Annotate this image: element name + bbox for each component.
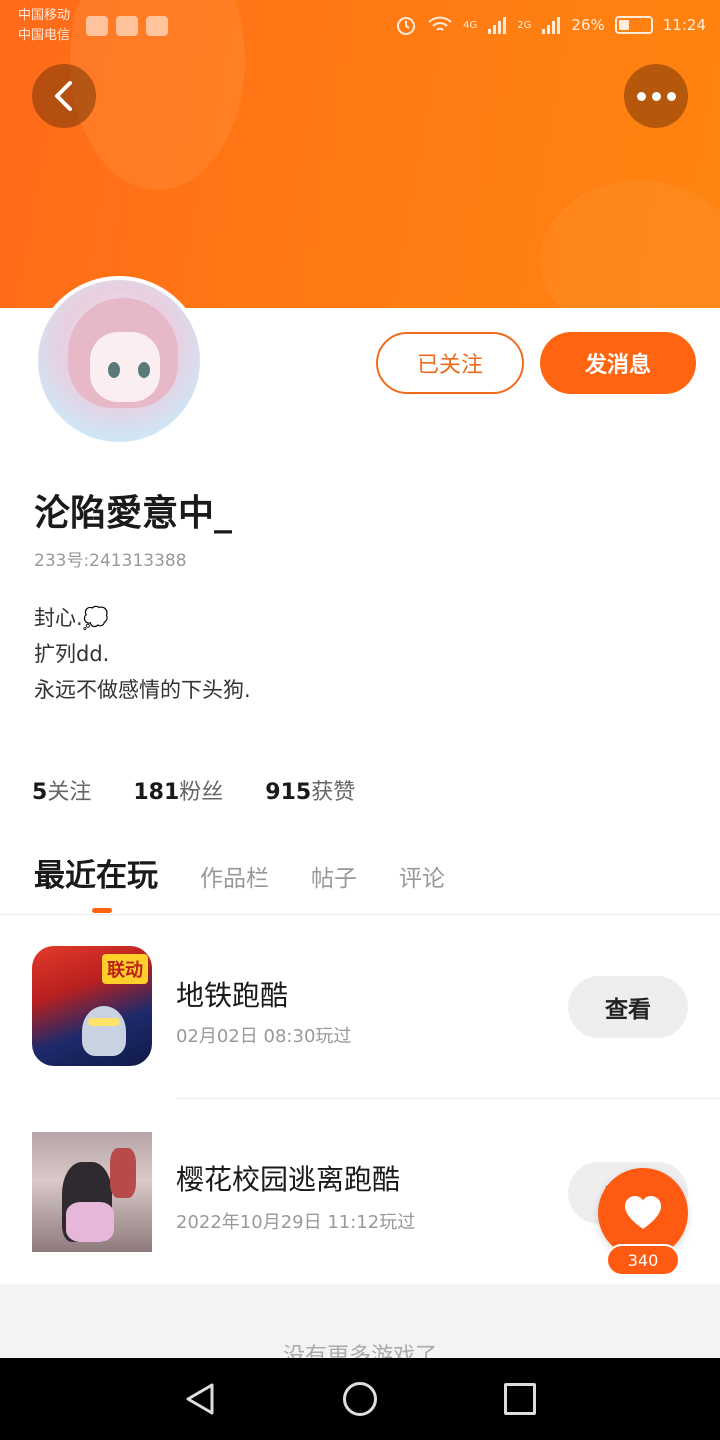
carrier-info: 中国移动 中国电信 [18, 6, 70, 46]
no-more-games-text: 没有更多游戏了 [282, 1344, 437, 1358]
tab-works[interactable]: 作品栏 [200, 859, 269, 893]
signal-icon [488, 17, 507, 34]
view-button[interactable]: 查看 [568, 976, 688, 1038]
game-badge: 联动 [102, 954, 148, 984]
shield-icon [146, 16, 168, 36]
wifi-icon [428, 16, 452, 31]
tab-comments[interactable]: 评论 [399, 859, 445, 893]
game-played-time: 2022年10月29日 11:12玩过 [176, 1212, 416, 1233]
divider [0, 914, 720, 915]
stat-label: 获赞 [311, 780, 356, 805]
back-button[interactable] [32, 64, 96, 128]
avatar-eye [108, 362, 120, 378]
battery-percent: 26% [571, 16, 605, 34]
active-tab-indicator [92, 908, 112, 913]
status-right: 4G 2G 26% 11:24 [395, 14, 706, 36]
divider [176, 1098, 720, 1099]
nav-recent-apps-icon[interactable] [504, 1383, 536, 1415]
game-icon [32, 1132, 152, 1252]
username: 沦陷愛意中_ [34, 493, 233, 534]
tab-recently-played[interactable]: 最近在玩 [34, 850, 158, 895]
network-2-label: 2G [517, 19, 532, 31]
signal-icon [542, 17, 561, 34]
carrier-1: 中国移动 [18, 8, 71, 23]
notification-icons [86, 16, 168, 36]
stat-label: 关注 [47, 780, 92, 805]
stat-followers[interactable]: 181粉丝 [133, 774, 223, 806]
alarm-icon [397, 17, 416, 35]
game-name: 樱花校园逃离跑酷 [176, 1163, 401, 1196]
activity-icon [86, 16, 108, 36]
chevron-left-icon [55, 81, 72, 111]
stat-number: 5 [32, 780, 48, 805]
app-notification-icon [116, 16, 138, 36]
bio-line: 扩列dd. [34, 642, 110, 666]
heart-icon [625, 1196, 661, 1229]
followed-button[interactable]: 已关注 [376, 332, 524, 394]
stat-likes[interactable]: 915获赞 [265, 774, 355, 806]
nav-home-icon[interactable] [343, 1382, 377, 1416]
more-dots-icon [636, 91, 676, 101]
game-icon: 联动 [32, 946, 152, 1066]
list-footer: 没有更多游戏了 [0, 1284, 720, 1358]
tab-posts[interactable]: 帖子 [311, 859, 357, 893]
battery-icon [614, 16, 653, 34]
game-art [66, 1202, 114, 1242]
bio-line: 永远不做感情的下头狗. [34, 678, 251, 702]
stat-following[interactable]: 5关注 [32, 774, 91, 806]
like-count: 340 [606, 1244, 680, 1276]
carrier-2: 中国电信 [18, 28, 71, 43]
send-message-button[interactable]: 发消息 [540, 332, 696, 394]
profile-tabs: 最近在玩 作品栏 帖子 评论 [34, 850, 487, 895]
game-played-time: 02月02日 08:30玩过 [176, 1026, 352, 1047]
clock: 11:24 [662, 16, 706, 34]
network-1-label: 4G [463, 19, 478, 31]
bio: 封心.💭 扩列dd. 永远不做感情的下头狗. [34, 600, 251, 708]
list-item[interactable]: 联动 地铁跑酷 02月02日 08:30玩过 查看 [0, 946, 720, 1086]
more-button[interactable] [624, 64, 688, 128]
nav-back-icon[interactable] [184, 1382, 216, 1416]
status-bar: 中国移动 中国电信 4G 2G 26% 11:24 [0, 0, 720, 54]
game-art [110, 1148, 136, 1198]
banner-decoration [540, 180, 720, 308]
game-art [88, 1018, 120, 1026]
avatar-eye [138, 362, 150, 378]
user-id: 233号:241313388 [34, 551, 187, 571]
profile-stats: 5关注 181粉丝 915获赞 [32, 774, 355, 806]
stat-number: 915 [265, 780, 312, 805]
avatar[interactable] [34, 276, 204, 446]
system-nav-bar [0, 1358, 720, 1440]
stat-label: 粉丝 [179, 780, 224, 805]
game-art [82, 1006, 126, 1056]
stat-number: 181 [133, 780, 180, 805]
bio-line: 封心.💭 [34, 606, 109, 630]
game-name: 地铁跑酷 [176, 979, 289, 1012]
